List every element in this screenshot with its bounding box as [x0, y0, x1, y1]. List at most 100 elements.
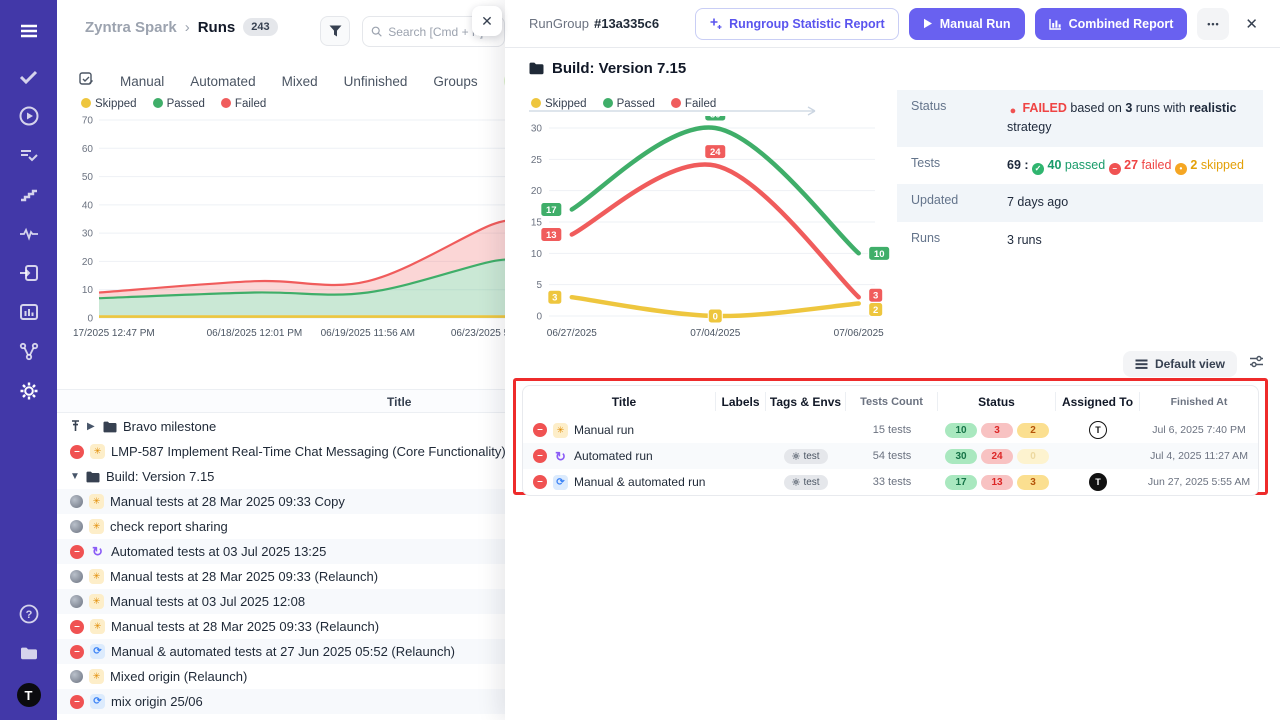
column-header-tags-envs[interactable]: Tags & Envs: [766, 392, 846, 411]
rungroup-details: Status● FAILED based on 3 runs with real…: [897, 90, 1263, 259]
sidebar-bar-chart-icon[interactable]: [0, 295, 57, 329]
svg-text:3: 3: [552, 293, 557, 304]
list-item-run[interactable]: ✳Mixed origin (Relaunch): [57, 664, 505, 689]
finished-at-cell: Jul 6, 2025 7:40 PM: [1140, 424, 1258, 436]
list-item-run[interactable]: –⟳mix origin 25/06: [57, 689, 505, 714]
sidebar-list-check-icon[interactable]: [0, 139, 57, 173]
list-item-run[interactable]: –↻Automated tests at 03 Jul 2025 13:25: [57, 539, 505, 564]
passed-count-pill: 17: [945, 475, 977, 490]
failed-status-icon: –: [533, 449, 547, 463]
tag-chip[interactable]: test: [784, 475, 827, 490]
list-item-run[interactable]: –⟳Manual & automated tests at 27 Jun 202…: [57, 639, 505, 664]
more-actions-button[interactable]: •••: [1197, 8, 1229, 40]
assignee-avatar[interactable]: T: [1089, 421, 1107, 439]
tab-unfinished[interactable]: Unfinished: [344, 74, 408, 89]
rungroup-statistic-report-button[interactable]: Rungroup Statistic Report: [695, 8, 899, 40]
table-view-icon: [1135, 359, 1148, 370]
runs-list-header: Title: [57, 389, 505, 413]
svg-text:06/23/2025 5:52 P: 06/23/2025 5:52 P: [451, 328, 505, 339]
breadcrumb-project[interactable]: Zyntra Spark: [85, 19, 177, 36]
svg-text:0: 0: [87, 314, 93, 325]
pending-status-icon: [70, 495, 83, 508]
combined-report-button[interactable]: Combined Report: [1035, 8, 1188, 40]
chevron-right-icon[interactable]: ▶: [87, 421, 97, 432]
dot-orange-icon: •: [1175, 163, 1187, 175]
manual-run-icon: ✳: [89, 669, 104, 684]
sidebar-branch-icon[interactable]: [0, 335, 57, 369]
column-header-status[interactable]: Status: [938, 392, 1056, 411]
sidebar-pulse-icon[interactable]: [0, 217, 57, 251]
drawer-close-floating-button[interactable]: ✕: [472, 6, 502, 36]
tab-manual[interactable]: Manual: [120, 74, 164, 89]
svg-text:5: 5: [536, 280, 542, 291]
run-title: Manual tests at 28 Mar 2025 09:33 (Relau…: [110, 569, 378, 584]
chevron-down-icon[interactable]: ▼: [70, 471, 80, 482]
sidebar-menu-icon[interactable]: [0, 14, 57, 48]
svg-text:30: 30: [82, 229, 94, 240]
detail-value: ● FAILED based on 3 runs with realistic …: [1007, 90, 1263, 147]
legend-item-failed[interactable]: Failed: [671, 98, 716, 110]
svg-text:06/19/2025 11:56 AM: 06/19/2025 11:56 AM: [321, 328, 415, 339]
legend-item-skipped[interactable]: Skipped: [81, 98, 137, 110]
sidebar-help-icon[interactable]: ?: [0, 597, 57, 631]
run-title: Manual run: [574, 423, 634, 437]
table-row[interactable]: –↻Automated runtest54 tests30240Jul 4, 2…: [523, 443, 1258, 469]
run-title: Manual & automated run: [574, 475, 705, 489]
legend-item-failed[interactable]: Failed: [221, 98, 266, 110]
column-header-title[interactable]: Title: [523, 392, 716, 411]
sidebar-check-icon[interactable]: [0, 60, 57, 94]
svg-text:40: 40: [82, 200, 94, 211]
table-row[interactable]: –✳Manual run15 tests1032TJul 6, 2025 7:4…: [523, 417, 1258, 443]
default-view-button[interactable]: Default view: [1123, 351, 1237, 377]
tab-mixed[interactable]: Mixed: [282, 74, 318, 89]
svg-text:10: 10: [874, 249, 885, 260]
chart-legend: Skipped Passed Failed: [71, 98, 505, 110]
breadcrumb: Zyntra Spark › Runs 243: [85, 18, 278, 36]
sidebar-projects-folder-icon[interactable]: [0, 636, 57, 670]
list-item-run[interactable]: ✳Manual tests at 28 Mar 2025 09:33 (Rela…: [57, 564, 505, 589]
sidebar-play-circle-icon[interactable]: [0, 99, 57, 133]
manual-run-icon: ✳: [90, 619, 105, 634]
column-header-assigned-to[interactable]: Assigned To: [1056, 392, 1140, 411]
filter-button[interactable]: [320, 16, 350, 46]
run-title: Manual tests at 28 Mar 2025 09:33 (Relau…: [111, 619, 379, 634]
sidebar-import-icon[interactable]: [0, 256, 57, 290]
svg-text:17: 17: [546, 205, 557, 216]
drawer-close-button[interactable]: ✕: [1239, 11, 1264, 37]
tag-chip[interactable]: test: [784, 449, 827, 464]
list-item-run[interactable]: ✳Manual tests at 03 Jul 2025 12:08: [57, 589, 505, 614]
sidebar-steps-icon[interactable]: [0, 178, 57, 212]
list-item-run[interactable]: ✳Manual tests at 28 Mar 2025 09:33 Copy: [57, 489, 505, 514]
column-header-tests-count[interactable]: Tests Count: [846, 392, 938, 411]
folder-icon: [529, 62, 544, 75]
legend-item-passed[interactable]: Passed: [153, 98, 205, 110]
manual-run-button[interactable]: Manual Run: [909, 8, 1025, 40]
tab-automated[interactable]: Automated: [190, 74, 255, 89]
svg-text:0: 0: [713, 312, 718, 323]
assigned-to-cell: T: [1056, 421, 1140, 439]
select-runs-icon[interactable]: [79, 72, 94, 90]
run-title: Manual & automated tests at 27 Jun 2025 …: [111, 644, 455, 659]
assignee-avatar[interactable]: T: [1089, 473, 1107, 491]
sidebar-gear-icon[interactable]: [0, 374, 57, 408]
runs-page: Zyntra Spark › Runs 243 Manual Automated M…: [57, 0, 505, 720]
svg-text:10: 10: [531, 249, 543, 260]
legend-item-skipped[interactable]: Skipped: [531, 98, 587, 110]
legend-item-passed[interactable]: Passed: [603, 98, 655, 110]
list-item-folder[interactable]: ▶Bravo milestone: [57, 414, 505, 439]
user-avatar[interactable]: T: [0, 678, 57, 712]
mixed-run-icon: ⟳: [553, 475, 568, 490]
column-header-labels[interactable]: Labels: [716, 392, 766, 411]
list-item-run[interactable]: ✳check report sharing: [57, 514, 505, 539]
breadcrumb-section[interactable]: Runs: [198, 19, 236, 36]
svg-text:30: 30: [531, 124, 543, 135]
list-item-run[interactable]: –✳LMP-587 Implement Real-Time Chat Messa…: [57, 439, 505, 464]
table-row[interactable]: –⟳Manual & automated runtest33 tests1713…: [523, 469, 1258, 495]
tab-groups[interactable]: Groups: [433, 74, 477, 89]
svg-text:2: 2: [873, 305, 878, 316]
columns-settings-icon[interactable]: [1249, 355, 1264, 373]
list-item-run[interactable]: –✳Manual tests at 28 Mar 2025 09:33 (Rel…: [57, 614, 505, 639]
list-item-folder[interactable]: ▼Build: Version 7.15: [57, 464, 505, 489]
column-header-finished-at[interactable]: Finished At: [1140, 392, 1258, 411]
run-title: Manual tests at 28 Mar 2025 09:33 Copy: [110, 494, 345, 509]
